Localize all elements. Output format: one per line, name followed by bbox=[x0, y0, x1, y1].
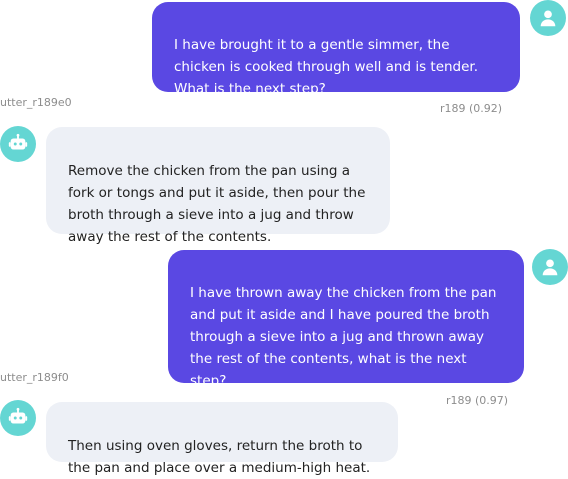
bot-message-bubble: Remove the chicken from the pan using a … bbox=[46, 127, 390, 245]
message-text: Then using oven gloves, return the broth… bbox=[68, 438, 371, 476]
bot-response-label: utter_r189f0 bbox=[0, 371, 69, 384]
bot-avatar bbox=[0, 126, 36, 162]
intent-confidence: r189 (0.92) bbox=[440, 102, 503, 115]
message-text: Remove the chicken from the pan using a … bbox=[68, 163, 366, 245]
user-icon bbox=[540, 10, 556, 27]
message-text: I have thrown away the chicken from the … bbox=[190, 285, 497, 389]
user-avatar bbox=[532, 249, 568, 285]
robot-icon bbox=[8, 133, 28, 150]
bot-response-label: utter_r189e0 bbox=[0, 96, 72, 109]
user-message-bubble: I have brought it to a gentle simmer, th… bbox=[152, 2, 520, 97]
user-icon bbox=[542, 259, 558, 276]
message-text: I have brought it to a gentle simmer, th… bbox=[174, 37, 479, 97]
bot-avatar bbox=[0, 400, 36, 436]
user-avatar bbox=[530, 0, 566, 36]
bot-message-bubble: Then using oven gloves, return the broth… bbox=[46, 402, 398, 476]
robot-icon bbox=[8, 407, 28, 424]
intent-confidence: r189 (0.97) bbox=[446, 394, 509, 407]
user-message-bubble: I have thrown away the chicken from the … bbox=[168, 250, 524, 389]
